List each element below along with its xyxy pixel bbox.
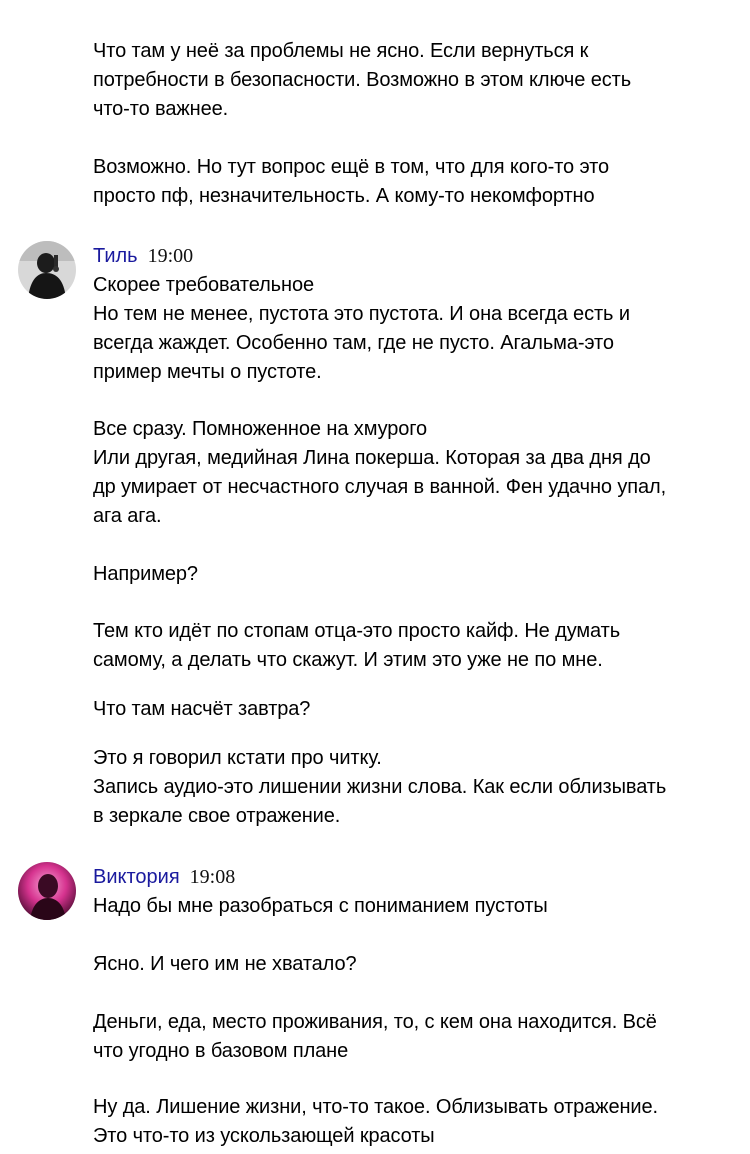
message-line: Надо бы мне разобраться с пониманием пус… bbox=[93, 895, 548, 917]
message-line: др умирает от несчастного случая в ванно… bbox=[93, 476, 667, 498]
message-line: всегда жаждет. Особенно там, где не пуст… bbox=[93, 332, 614, 354]
message-header: Тиль 19:00 bbox=[93, 242, 193, 271]
message-line: Что там насчёт завтра? bbox=[93, 698, 311, 720]
message-line: Это я говорил кстати про читку. bbox=[93, 747, 382, 769]
avatar-til[interactable] bbox=[18, 241, 76, 299]
user-avatar-pink-icon bbox=[18, 862, 76, 920]
author-name[interactable]: Виктория bbox=[93, 866, 180, 888]
message-header: Виктория 19:08 bbox=[93, 863, 235, 892]
message-text: Все сразу. Помноженное на хмурого Или др… bbox=[93, 415, 733, 531]
message-text: Это я говорил кстати про читку. Запись а… bbox=[93, 744, 733, 831]
message-text: Надо бы мне разобраться с пониманием пус… bbox=[93, 892, 733, 921]
message-line: Возможно. Но тут вопрос ещё в том, что д… bbox=[93, 156, 609, 178]
message-text: Что там насчёт завтра? bbox=[93, 695, 733, 724]
message-line: Тем кто идёт по стопам отца-это просто к… bbox=[93, 620, 621, 642]
message-line: Но тем не менее, пустота это пустота. И … bbox=[93, 303, 630, 325]
message-line: потребности в безопасности. Возможно в э… bbox=[93, 69, 632, 91]
chat-log: Что там у неё за проблемы не ясно. Если … bbox=[0, 0, 750, 1154]
message-line: что-то важнее. bbox=[93, 98, 229, 120]
message-line: пример мечты о пустоте. bbox=[93, 361, 322, 383]
user-avatar-dark-icon bbox=[18, 241, 76, 299]
avatar-viktoriya[interactable] bbox=[18, 862, 76, 920]
message-line: Или другая, медийная Лина покерша. Котор… bbox=[93, 447, 651, 469]
message-text: Что там у неё за проблемы не ясно. Если … bbox=[93, 37, 733, 124]
message-line: самому, а делать что скажут. И этим это … bbox=[93, 649, 603, 671]
message-time: 19:00 bbox=[147, 245, 194, 267]
message-line: Деньги, еда, место проживания, то, с кем… bbox=[93, 1011, 657, 1033]
author-name[interactable]: Тиль bbox=[93, 245, 138, 267]
message-text: Деньги, еда, место проживания, то, с кем… bbox=[93, 1008, 733, 1066]
message-line: Запись аудио-это лишении жизни слова. Ка… bbox=[93, 776, 667, 798]
message-text: Ну да. Лишение жизни, что-то такое. Обли… bbox=[93, 1093, 733, 1151]
message-time: 19:08 bbox=[189, 866, 236, 888]
message-line: Ну да. Лишение жизни, что-то такое. Обли… bbox=[93, 1096, 658, 1118]
message-text: Возможно. Но тут вопрос ещё в том, что д… bbox=[93, 153, 733, 211]
message-text: Ясно. И чего им не хватало? bbox=[93, 950, 733, 979]
message-line: ага ага. bbox=[93, 505, 162, 527]
message-text: Скорее требовательное Но тем не менее, п… bbox=[93, 271, 733, 387]
message-line: просто пф, незначительность. А кому-то н… bbox=[93, 185, 595, 207]
message-line: Все сразу. Помноженное на хмурого bbox=[93, 418, 428, 440]
message-line: в зеркале свое отражение. bbox=[93, 805, 341, 827]
message-line: что угодно в базовом плане bbox=[93, 1040, 349, 1062]
message-line: Ясно. И чего им не хватало? bbox=[93, 953, 357, 975]
message-line: Скорее требовательное bbox=[93, 274, 314, 296]
message-text: Например? bbox=[93, 560, 733, 589]
message-line: Например? bbox=[93, 563, 198, 585]
message-text: Тем кто идёт по стопам отца-это просто к… bbox=[93, 617, 733, 675]
message-line: Это что-то из ускользающей красоты bbox=[93, 1125, 435, 1147]
message-line: Что там у неё за проблемы не ясно. Если … bbox=[93, 40, 589, 62]
